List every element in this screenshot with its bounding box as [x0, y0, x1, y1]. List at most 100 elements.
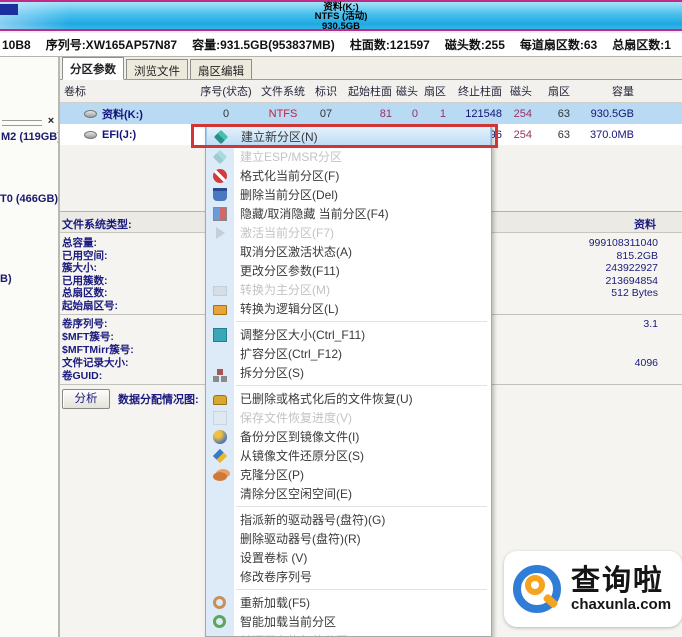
chaxunla-logo-icon — [511, 559, 567, 619]
menu-item-smart-load[interactable]: 智能加载当前分区 — [206, 612, 491, 631]
partition-table-header: 卷标 序号(状态) 文件系统 标识 起始柱面 磁头 扇区 终止柱面 磁头 扇区 … — [60, 80, 682, 103]
smart-load-icon — [213, 615, 226, 628]
restore-icon — [212, 448, 228, 463]
menu-item-file-recovery[interactable]: 已删除或格式化后的文件恢复(U) — [206, 389, 491, 408]
cell-end-head: 254 — [513, 107, 532, 120]
app-window: 资料(K:) NTFS (活动) 930.5GB 10B8 序列号:XW165A… — [0, 0, 682, 637]
col-volume-label: 卷标 — [64, 86, 86, 98]
sidebar-item-disk3[interactable]: B) — [0, 273, 12, 285]
cell-end-cyl: 121548 — [465, 107, 502, 120]
tab-browse-files[interactable]: 浏览文件 — [126, 59, 188, 79]
disk-model-fragment: 10B8 — [2, 37, 31, 52]
tab-sector-edit[interactable]: 扇区编辑 — [190, 59, 252, 79]
clone-icon — [213, 471, 227, 481]
menu-item-hide[interactable]: 隐藏/取消隐藏 当前分区(F4) — [206, 204, 491, 223]
new-partition-icon — [213, 129, 229, 144]
menu-item-set-volume-label[interactable]: 设置卷标 (V) — [206, 548, 491, 567]
disk-heads: 磁头数:255 — [444, 38, 505, 52]
menu-item-reload[interactable]: 重新加载(F5) — [206, 593, 491, 612]
cell-capacity: 370.0MB — [589, 128, 634, 141]
cell-index: 0 — [222, 107, 230, 120]
sidebar-item-disk1[interactable]: M2 (119GB) — [1, 131, 61, 143]
menu-item-delete[interactable]: 删除当前分区(Del) — [206, 185, 491, 204]
menu-item-change-volume-serial[interactable]: 修改卷序列号 — [206, 567, 491, 586]
menu-item-convert-primary[interactable]: 转换为主分区(M) — [206, 280, 491, 299]
fs-type-label: 文件系统类型: — [62, 219, 132, 231]
split-icon — [217, 368, 223, 375]
watermark-title: 查询啦 — [571, 564, 665, 597]
menu-item-deactivate[interactable]: 取消分区激活状态(A) — [206, 242, 491, 261]
col-index-status: 序号(状态) — [200, 86, 252, 98]
cell-sector: 1 — [439, 107, 446, 120]
reload-icon — [213, 596, 226, 609]
menu-item-change-params[interactable]: 更改分区参数(F11) — [206, 261, 491, 280]
resize-icon — [213, 327, 227, 342]
fs-detail-labels-group2: 卷序列号: $MFT簇号: $MFTMirr簇号: 文件记录大小: 卷GUID: — [62, 318, 134, 382]
col-head: 磁头 — [396, 86, 418, 98]
menu-item-clone[interactable]: 克隆分区(P) — [206, 465, 491, 484]
partition-context-menu: 建立新分区(N) 建立ESP/MSR分区 格式化当前分区(F) 删除当前分区(D… — [205, 125, 492, 637]
col-end-cylinder: 终止柱面 — [458, 86, 502, 98]
cell-end-head: 254 — [513, 128, 532, 141]
activate-icon — [216, 227, 225, 239]
format-icon — [213, 168, 227, 183]
col-start-cylinder: 起始柱面 — [348, 86, 392, 98]
fs-detail-values-group2: 3.1 4096 — [634, 318, 658, 369]
col-filesystem: 文件系统 — [261, 86, 305, 98]
menu-item-activate[interactable]: 激活当前分区(F7) — [206, 223, 491, 242]
menu-item-format[interactable]: 格式化当前分区(F) — [206, 166, 491, 185]
fs-detail-values-group1: 999108311040 815.2GB 243922927 213694854… — [588, 237, 658, 299]
convert-primary-icon — [213, 285, 227, 296]
tab-partition-params[interactable]: 分区参数 — [62, 57, 124, 80]
tab-bar: 分区参数 浏览文件 扇区编辑 — [60, 57, 682, 80]
disk-total-sectors: 总扇区数:1 — [612, 38, 671, 52]
col-end-head: 磁头 — [510, 86, 532, 98]
col-end-sector: 扇区 — [548, 86, 570, 98]
analyze-button[interactable]: 分析 — [62, 389, 110, 409]
disk-serial: 序列号:XW165AP57N87 — [45, 38, 178, 52]
col-sector: 扇区 — [424, 86, 446, 98]
table-row-data-k[interactable]: 资料(K:) 0 NTFS 07 81 0 1 121548 254 63 93… — [60, 103, 682, 124]
close-panel-icon[interactable]: × — [45, 115, 57, 127]
menu-item-expand[interactable]: 扩容分区(Ctrl_F12) — [206, 344, 491, 363]
menu-item-assign-drive-letter[interactable]: 指派新的驱动器号(盘符)(G) — [206, 510, 491, 529]
disk-capacity: 容量:931.5GB(953837MB) — [192, 38, 335, 52]
disk-cylinders: 柱面数:121597 — [349, 38, 430, 52]
menu-item-close-recovering[interactable]: 关闭正在恢复的分区(C) — [206, 631, 491, 636]
row-volume-label: EFI(J:) — [102, 128, 137, 141]
disk-info-bar: 10B8 序列号:XW165AP57N87 容量:931.5GB(953837M… — [0, 33, 682, 57]
menu-item-wipe-free-space[interactable]: 清除分区空闲空间(E) — [206, 484, 491, 503]
menu-item-remove-drive-letter[interactable]: 删除驱动器号(盘符)(R) — [206, 529, 491, 548]
watermark-domain: chaxunla.com — [571, 595, 672, 613]
menu-item-restore-from-image[interactable]: 从镜像文件还原分区(S) — [206, 446, 491, 465]
menu-separator — [206, 586, 491, 593]
menu-item-convert-logical[interactable]: 转换为逻辑分区(L) — [206, 299, 491, 318]
partition-icon — [84, 109, 97, 118]
sidebar-item-disk2[interactable]: T0 (466GB) — [0, 193, 58, 205]
fs-detail-column-header: 资料 — [634, 219, 656, 231]
menu-separator — [206, 382, 491, 389]
menu-separator — [206, 318, 491, 325]
cell-start-cyl: 81 — [379, 107, 392, 120]
adjacent-partition-block — [0, 4, 18, 15]
backup-icon — [213, 429, 227, 444]
trash-icon — [213, 188, 227, 201]
menu-item-split[interactable]: 拆分分区(S) — [206, 363, 491, 382]
menu-item-esp-msr[interactable]: 建立ESP/MSR分区 — [206, 147, 491, 166]
alloc-map-label: 数据分配情况图: — [118, 394, 199, 406]
panel-grip[interactable] — [2, 120, 42, 126]
watermark-badge: 查询啦 chaxunla.com — [504, 551, 682, 627]
menu-item-backup-to-image[interactable]: 备份分区到镜像文件(I) — [206, 427, 491, 446]
save-progress-icon — [213, 410, 227, 425]
menu-item-resize[interactable]: 调整分区大小(Ctrl_F11) — [206, 325, 491, 344]
file-recovery-icon — [213, 394, 227, 405]
menu-item-new-partition[interactable]: 建立新分区(N) — [206, 126, 491, 147]
menu-item-save-recovery-progress[interactable]: 保存文件恢复进度(V) — [206, 408, 491, 427]
cell-capacity: 930.5GB — [590, 107, 634, 120]
disk-map-partition-bar[interactable]: 资料(K:) NTFS (活动) 930.5GB — [0, 0, 682, 31]
row-volume-label: 资料(K:) — [102, 108, 143, 121]
convert-logical-icon — [213, 304, 227, 315]
cell-end-sector: 63 — [557, 107, 570, 120]
cell-head: 0 — [411, 107, 418, 120]
hide-partition-icon — [213, 206, 227, 221]
